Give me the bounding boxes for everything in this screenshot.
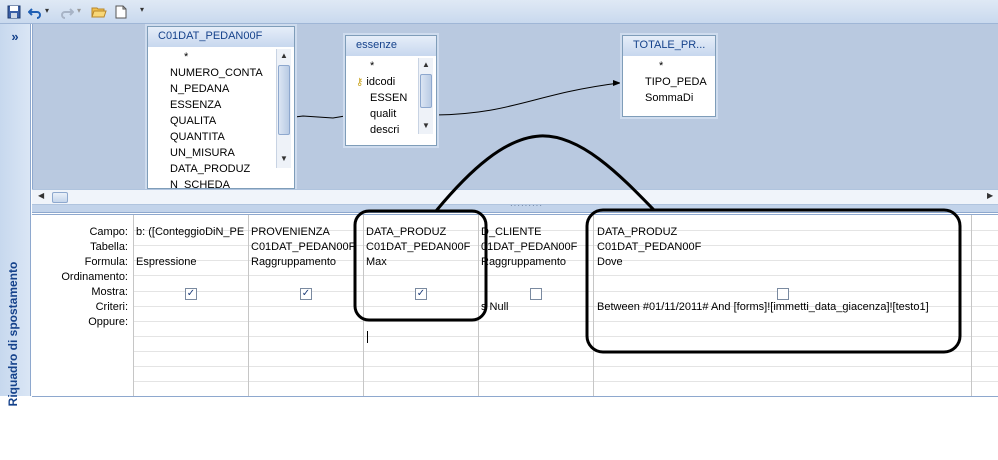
highlight-box-left xyxy=(353,209,488,322)
annotation-overlay xyxy=(353,134,962,354)
connector-arc xyxy=(434,134,656,212)
highlight-box-right xyxy=(585,208,962,354)
